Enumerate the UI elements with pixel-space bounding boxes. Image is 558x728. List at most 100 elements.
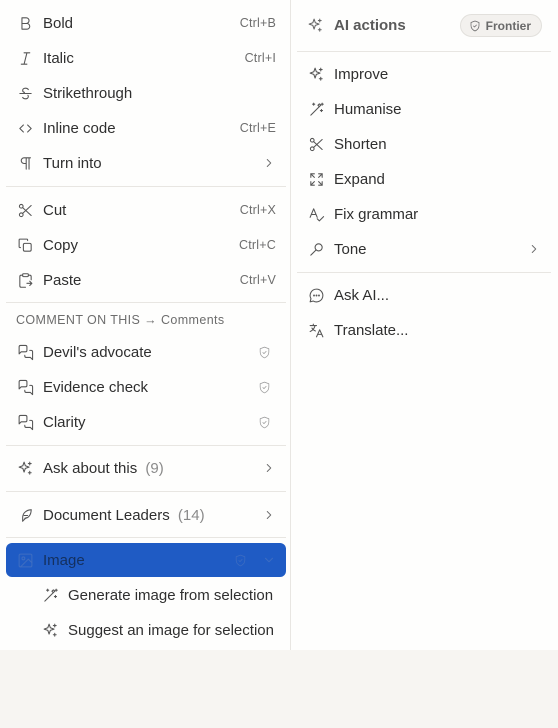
sparkles-icon (307, 16, 325, 34)
ai-actions-title: AI actions (334, 16, 406, 34)
leaders-count: (14) (177, 506, 205, 524)
document-leaders-label: Document Leaders (14) (43, 507, 262, 524)
magic-wand-icon (41, 586, 59, 604)
inline-code-label: Inline code (43, 119, 116, 137)
divider (297, 272, 551, 273)
copy-menu-item[interactable]: Copy Ctrl+C (6, 228, 286, 262)
chevron-right-icon (262, 508, 276, 522)
comment-item-evidence-check[interactable]: Evidence check (6, 370, 286, 404)
mic-icon (307, 240, 325, 258)
bold-label: Bold (43, 14, 74, 32)
copy-icon (16, 236, 34, 254)
frontier-badge-label: Frontier (485, 18, 531, 33)
italic-icon (16, 49, 34, 67)
italic-menu-item[interactable]: Italic Ctrl+I (6, 41, 286, 75)
sparkles-icon (307, 65, 325, 83)
comment-item-label: Clarity (43, 413, 86, 431)
sparkles-icon (16, 459, 34, 477)
ai-tone-label: Tone (334, 240, 367, 258)
ai-translate-label: Translate... (334, 321, 409, 339)
shield-icon (258, 380, 272, 394)
image-label: Image (43, 551, 85, 569)
paste-menu-item[interactable]: Paste Ctrl+V (6, 263, 286, 297)
cut-label: Cut (43, 201, 67, 219)
ai-fix-grammar-menu-item[interactable]: Fix grammar (297, 197, 551, 231)
ai-humanise-menu-item[interactable]: Humanise (297, 92, 551, 126)
ai-translate-menu-item[interactable]: Translate... (297, 313, 551, 347)
code-icon (16, 119, 34, 137)
comments-icon (16, 413, 34, 431)
image-menu-item[interactable]: Image (6, 543, 286, 577)
context-menu: Bold Ctrl+B Italic Ctrl+I Strikethrough … (0, 0, 558, 650)
chevron-right-icon (262, 461, 276, 475)
ask-label-text: Ask about this (43, 459, 138, 477)
divider (6, 302, 286, 303)
bold-icon (16, 14, 34, 32)
scissors-icon (307, 135, 325, 153)
cut-menu-item[interactable]: Cut Ctrl+X (6, 193, 286, 227)
copy-label: Copy (43, 236, 79, 254)
magic-wand-icon (307, 100, 325, 118)
ai-expand-label: Expand (334, 170, 385, 188)
ask-about-this-menu-item[interactable]: Ask about this (9) (6, 451, 286, 485)
ai-fix-grammar-label: Fix grammar (334, 205, 419, 223)
divider (6, 445, 286, 446)
leaders-label-text: Document Leaders (43, 506, 170, 524)
ai-actions-column: AI actions Frontier Improve Humanise Sho… (291, 0, 558, 650)
inline-code-shortcut: Ctrl+E (239, 121, 276, 135)
strikethrough-icon (16, 84, 34, 102)
divider (6, 186, 286, 187)
strikethrough-menu-item[interactable]: Strikethrough (6, 76, 286, 110)
translate-icon (307, 321, 325, 339)
divider (6, 491, 286, 492)
strikethrough-label: Strikethrough (43, 84, 133, 102)
italic-shortcut: Ctrl+I (244, 51, 276, 65)
shield-icon (470, 20, 480, 31)
shield-icon (234, 553, 248, 567)
ai-ask-menu-item[interactable]: Ask AI... (297, 278, 551, 312)
chevron-down-icon (262, 553, 276, 567)
paste-shortcut: Ctrl+V (239, 273, 276, 287)
suggest-image-menu-item[interactable]: Suggest an image for selection (31, 613, 286, 647)
comment-section-label: COMMENT ON THIS → Comments (16, 313, 225, 327)
generate-image-menu-item[interactable]: Generate image from selection (31, 578, 286, 612)
chat-bubble-icon (307, 286, 325, 304)
scissors-icon (16, 201, 34, 219)
paste-icon (16, 271, 34, 289)
generate-image-label: Generate image from selection (68, 586, 274, 604)
ai-ask-label: Ask AI... (334, 286, 390, 304)
suggest-image-label: Suggest an image for selection (68, 621, 274, 639)
ai-shorten-label: Shorten (334, 135, 387, 153)
document-leaders-menu-item[interactable]: Document Leaders (14) (6, 498, 286, 532)
comments-icon (16, 343, 34, 361)
paste-label: Paste (43, 271, 82, 289)
turn-into-menu-item[interactable]: Turn into (6, 146, 286, 180)
ask-count: (9) (145, 459, 164, 477)
ai-shorten-menu-item[interactable]: Shorten (297, 127, 551, 161)
divider (297, 51, 551, 52)
shield-icon (258, 415, 272, 429)
italic-label: Italic (43, 49, 74, 67)
shield-icon (258, 345, 272, 359)
chevron-right-icon (527, 242, 541, 256)
menu-left-column: Bold Ctrl+B Italic Ctrl+I Strikethrough … (0, 0, 291, 650)
chevron-right-icon (262, 156, 276, 170)
comment-item-label: Devil's advocate (43, 343, 152, 361)
comment-item-devils-advocate[interactable]: Devil's advocate (6, 335, 286, 369)
bold-menu-item[interactable]: Bold Ctrl+B (6, 6, 286, 40)
pilcrow-icon (16, 154, 34, 172)
divider (6, 537, 286, 538)
ai-expand-menu-item[interactable]: Expand (297, 162, 551, 196)
ai-tone-menu-item[interactable]: Tone (297, 232, 551, 266)
ai-improve-menu-item[interactable]: Improve (297, 57, 551, 91)
comment-item-clarity[interactable]: Clarity (6, 405, 286, 439)
turn-into-label: Turn into (43, 154, 102, 172)
bold-shortcut: Ctrl+B (239, 16, 276, 30)
cut-shortcut: Ctrl+X (239, 203, 276, 217)
inline-code-menu-item[interactable]: Inline code Ctrl+E (6, 111, 286, 145)
expand-icon (307, 170, 325, 188)
comments-icon (16, 378, 34, 396)
feather-icon (16, 506, 34, 524)
ai-humanise-label: Humanise (334, 100, 402, 118)
ai-improve-label: Improve (334, 65, 389, 83)
